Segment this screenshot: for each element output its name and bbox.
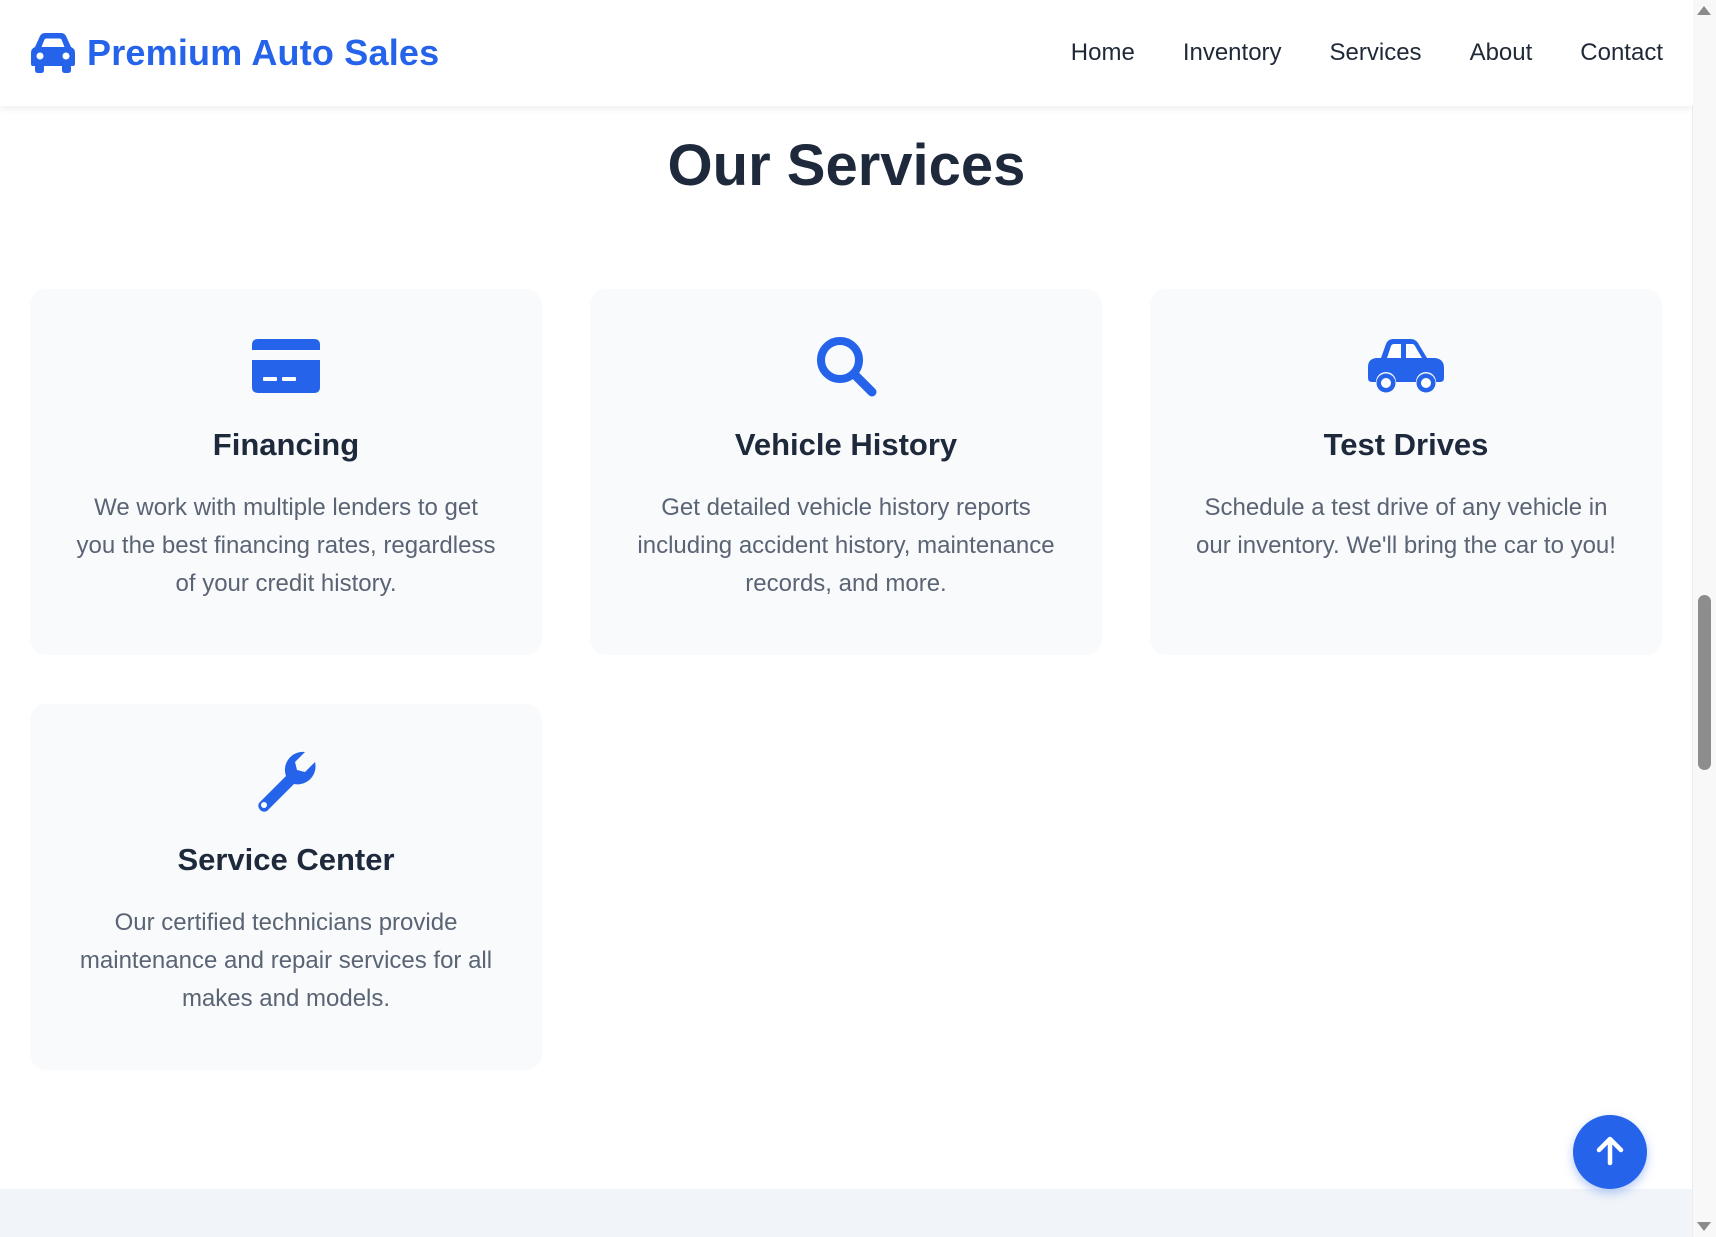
service-card-financing: Financing We work with multiple lenders …	[30, 289, 542, 655]
scroll-down-arrow-icon[interactable]	[1697, 1222, 1711, 1231]
nav-inventory[interactable]: Inventory	[1183, 34, 1282, 72]
nav-services[interactable]: Services	[1330, 34, 1422, 72]
scrollbar-thumb[interactable]	[1698, 595, 1711, 770]
footer-section	[0, 1189, 1693, 1237]
back-to-top-button[interactable]	[1573, 1115, 1647, 1189]
service-card-test-drives: Test Drives Schedule a test drive of any…	[1150, 289, 1662, 655]
nav-contact[interactable]: Contact	[1580, 34, 1663, 72]
service-card-description: We work with multiple lenders to get you…	[76, 494, 496, 597]
service-card-description: Get detailed vehicle history reports inc…	[637, 494, 1055, 597]
search-icon	[814, 334, 878, 403]
page-scrollbar[interactable]	[1692, 0, 1716, 1237]
service-card-title: Service Center	[177, 842, 395, 877]
site-header: Premium Auto Sales Home Inventory Servic…	[0, 0, 1693, 106]
page-viewport: Premium Auto Sales Home Inventory Servic…	[0, 0, 1693, 1237]
nav-about[interactable]: About	[1470, 34, 1533, 72]
service-card-title: Financing	[212, 427, 360, 462]
service-card-description: Our certified technicians provide mainte…	[79, 909, 493, 1012]
nav-home[interactable]: Home	[1071, 34, 1135, 72]
brand-logo-link[interactable]: Premium Auto Sales	[29, 28, 439, 78]
service-card-title: Test Drives	[1323, 427, 1489, 462]
section-title: Our Services	[667, 133, 1026, 198]
service-card-title: Vehicle History	[734, 427, 958, 462]
car-icon	[29, 32, 77, 74]
main-nav: Home Inventory Services About Contact	[1071, 34, 1663, 72]
arrow-up-icon	[1595, 1135, 1625, 1170]
car-icon	[1367, 338, 1445, 399]
service-card-description: Schedule a test drive of any vehicle in …	[1196, 494, 1616, 559]
scroll-up-arrow-icon[interactable]	[1697, 6, 1711, 15]
wrench-icon	[253, 748, 319, 819]
brand-name: Premium Auto Sales	[87, 32, 440, 73]
service-card-service-center: Service Center Our certified technicians…	[30, 704, 542, 1070]
service-card-vehicle-history: Vehicle History Get detailed vehicle his…	[590, 289, 1102, 655]
credit-card-icon	[251, 338, 321, 399]
